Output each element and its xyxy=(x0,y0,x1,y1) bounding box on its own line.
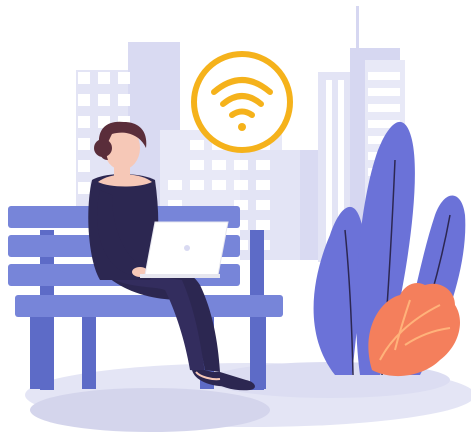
park-wifi-illustration xyxy=(0,0,471,446)
wifi-icon xyxy=(191,51,293,153)
laptop xyxy=(140,221,229,278)
illustration-canvas xyxy=(8,6,471,432)
